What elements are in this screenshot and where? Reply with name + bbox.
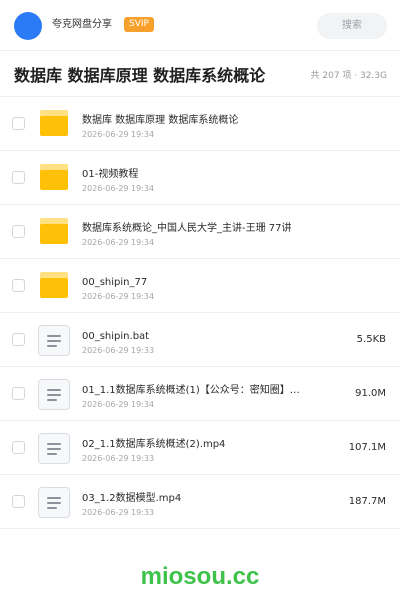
file-date: 2026-06-29 19:33 [82, 508, 155, 517]
file-size: 91.0M [355, 388, 386, 399]
title-row: 数据库 数据库原理 数据库系统概论 共 207 项 · 32.3G [0, 51, 400, 97]
folder-icon [40, 272, 68, 298]
folder-icon [40, 218, 68, 244]
row-checkbox[interactable] [12, 171, 25, 184]
svip-badge: SVIP [124, 17, 154, 32]
folder-icon [40, 110, 68, 136]
file-name: 00_shipin_77 [82, 277, 148, 288]
account-name: 夸克网盘分享 [52, 19, 112, 30]
list-item[interactable]: 01_1.1数据库系统概述(1)【公众号：密知圈】… 2026-06-29 19… [0, 366, 400, 420]
list-item[interactable]: 00_shipin_77 2026-06-29 19:34 [0, 258, 400, 312]
file-name: 数据库系统概论_中国人民大学_主讲-王珊 77讲 [82, 223, 292, 234]
list-item[interactable]: 00_shipin.bat 2026-06-29 19:33 5.5KB [0, 312, 400, 366]
list-item[interactable]: 02_1.1数据库系统概述(2).mp4 2026-06-29 19:33 10… [0, 420, 400, 474]
folder-icon [40, 164, 68, 190]
file-name: 数据库 数据库原理 数据库系统概论 [82, 115, 239, 126]
file-date: 2026-06-29 19:33 [82, 454, 155, 463]
row-checkbox[interactable] [12, 225, 25, 238]
document-icon [38, 433, 70, 464]
file-size: 187.7M [348, 496, 386, 507]
file-name: 03_1.2数据模型.mp4 [82, 493, 182, 504]
list-item[interactable]: 03_1.2数据模型.mp4 2026-06-29 19:33 187.7M [0, 474, 400, 528]
file-date: 2026-06-29 19:34 [82, 400, 155, 409]
list-item[interactable]: 数据库 数据库原理 数据库系统概论 2026-06-29 19:34 [0, 96, 400, 150]
row-checkbox[interactable] [12, 441, 25, 454]
file-count-stats: 共 207 项 · 32.3G [310, 71, 388, 81]
file-name: 01-视频教程 [82, 169, 139, 180]
search-input[interactable]: 搜索 [317, 13, 387, 39]
row-checkbox[interactable] [12, 387, 25, 400]
page-title: 数据库 数据库原理 数据库系统概论 [14, 66, 266, 85]
file-date: 2026-06-29 19:33 [82, 346, 155, 355]
file-list: 数据库 数据库原理 数据库系统概论 2026-06-29 19:34 01-视频… [0, 96, 400, 528]
row-checkbox[interactable] [12, 117, 25, 130]
document-icon [38, 487, 70, 518]
file-date: 2026-06-29 19:34 [82, 292, 155, 301]
document-icon [38, 379, 70, 410]
row-checkbox[interactable] [12, 333, 25, 346]
file-date: 2026-06-29 19:34 [82, 238, 155, 247]
file-date: 2026-06-29 19:34 [82, 184, 155, 193]
file-size: 107.1M [348, 442, 386, 453]
list-item[interactable]: 数据库系统概论_中国人民大学_主讲-王珊 77讲 2026-06-29 19:3… [0, 204, 400, 258]
avatar[interactable] [14, 12, 42, 40]
list-end-divider [0, 528, 400, 529]
file-name: 02_1.1数据库系统概述(2).mp4 [82, 439, 226, 450]
file-size: 5.5KB [356, 334, 386, 345]
file-name: 00_shipin.bat [82, 331, 150, 342]
document-icon [38, 325, 70, 356]
top-bar: 夸克网盘分享 SVIP 搜索 [0, 0, 400, 50]
list-item[interactable]: 01-视频教程 2026-06-29 19:34 [0, 150, 400, 204]
file-name: 01_1.1数据库系统概述(1)【公众号：密知圈】… [82, 385, 300, 396]
watermark: miosou.cc [140, 563, 260, 590]
row-checkbox[interactable] [12, 495, 25, 508]
file-date: 2026-06-29 19:34 [82, 130, 155, 139]
row-checkbox[interactable] [12, 279, 25, 292]
